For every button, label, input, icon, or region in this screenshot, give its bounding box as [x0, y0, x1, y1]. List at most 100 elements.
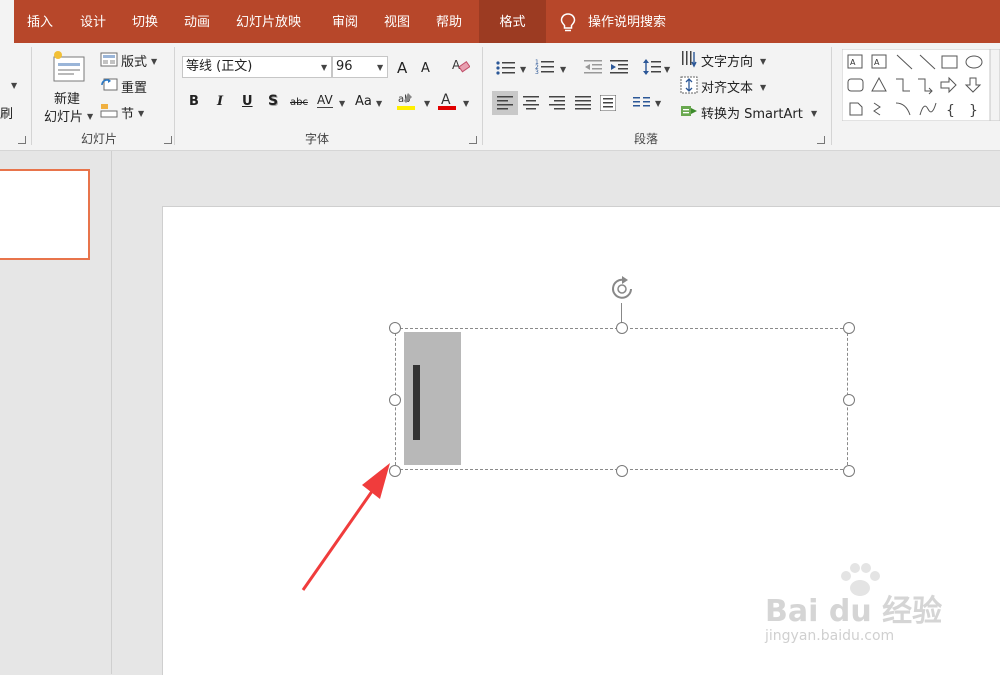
left-brace-shape-icon: { [946, 103, 955, 119]
tab-design[interactable]: 设计 [80, 0, 106, 43]
svg-text:3: 3 [535, 69, 539, 76]
font-color-icon[interactable]: A [437, 91, 457, 111]
tab-animations[interactable]: 动画 [184, 0, 210, 43]
align-text-icon [680, 76, 698, 94]
new-slide-dropdown[interactable]: 幻灯片 [44, 106, 83, 125]
ribbon: ▼ 刷 新建 幻灯片 ▼ 版式 ▼ 重置 节 ▼ 幻灯片 等线 (正文) ▼ 9… [0, 43, 1000, 151]
font-name-dropdown[interactable]: 等线 (正文) [182, 56, 332, 78]
svg-text:A: A [850, 58, 856, 67]
svg-text:A: A [874, 58, 880, 67]
text-shadow-button[interactable]: S [268, 93, 278, 109]
columns-icon[interactable] [633, 96, 651, 110]
shrink-font-button[interactable]: A [421, 61, 430, 76]
tab-help[interactable]: 帮助 [436, 0, 462, 43]
convert-smartart-button[interactable]: 转换为 SmartArt [701, 103, 803, 122]
chevron-down-icon[interactable]: ▼ [11, 81, 17, 90]
svg-text:A: A [452, 58, 461, 72]
chevron-down-icon[interactable]: ▼ [151, 57, 157, 66]
chevron-down-icon[interactable]: ▼ [655, 99, 661, 108]
tab-review[interactable]: 审阅 [332, 0, 358, 43]
annotation-arrow-icon [301, 463, 390, 591]
tab-format[interactable]: 格式 [479, 0, 546, 43]
text-cursor [413, 365, 420, 440]
chevron-down-icon[interactable]: ▼ [560, 65, 566, 74]
ribbon-tabs: 插入 设计 切换 动画 幻灯片放映 审阅 视图 帮助 格式 操作说明搜索 [0, 0, 1000, 43]
line-spacing-icon[interactable] [643, 58, 661, 76]
reset-icon [101, 78, 118, 91]
section-button[interactable]: 节 [121, 103, 134, 122]
font-group-label: 字体 [305, 132, 330, 146]
new-slide-button[interactable]: 新建 [54, 88, 80, 107]
align-right-icon[interactable] [549, 96, 565, 110]
dialog-launcher-icon[interactable] [164, 136, 172, 144]
tab-insert[interactable]: 插入 [27, 0, 53, 43]
text-direction-button[interactable]: 文字方向 [701, 51, 753, 70]
layout-icon [100, 52, 118, 67]
new-slide-icon[interactable] [50, 49, 88, 83]
chevron-down-icon[interactable]: ▼ [664, 65, 670, 74]
align-text-button[interactable]: 对齐文本 [701, 77, 753, 96]
chevron-down-icon[interactable]: ▼ [321, 63, 327, 72]
chevron-down-icon[interactable]: ▼ [138, 109, 144, 118]
reset-button[interactable]: 重置 [121, 77, 147, 96]
bold-button[interactable]: B [189, 94, 199, 109]
chevron-down-icon[interactable]: ▼ [760, 83, 766, 92]
change-case-button[interactable]: Aa [355, 94, 372, 109]
slides-group-label: 幻灯片 [81, 132, 118, 146]
align-center-icon[interactable] [523, 96, 539, 110]
tab-view[interactable]: 视图 [384, 0, 410, 43]
tell-me-search[interactable]: 操作说明搜索 [588, 0, 666, 43]
resize-handle-right[interactable] [843, 394, 855, 406]
strikethrough-button[interactable]: abc [290, 97, 308, 108]
format-painter-label-partial[interactable]: 刷 [0, 103, 13, 122]
clear-formatting-icon[interactable]: A [452, 57, 470, 75]
underline-button[interactable]: U [242, 94, 253, 109]
resize-handle-top-right[interactable] [843, 322, 855, 334]
resize-handle-left[interactable] [389, 394, 401, 406]
text-direction-icon [682, 51, 697, 68]
dialog-launcher-icon[interactable] [469, 136, 477, 144]
resize-handle-bottom[interactable] [616, 465, 628, 477]
paragraph-group-label: 段落 [634, 132, 659, 146]
dialog-launcher-icon[interactable] [18, 136, 26, 144]
watermark-url: jingyan.baidu.com [765, 628, 895, 644]
chevron-down-icon[interactable]: ▼ [760, 57, 766, 66]
resize-handle-top-left[interactable] [389, 322, 401, 334]
tab-transitions[interactable]: 切换 [132, 0, 158, 43]
svg-text:A: A [441, 92, 451, 108]
resize-handle-top[interactable] [616, 322, 628, 334]
bullets-icon[interactable] [496, 60, 516, 76]
chevron-down-icon[interactable]: ▼ [376, 99, 382, 108]
tab-home-partial[interactable] [0, 0, 14, 43]
char-spacing-button[interactable]: AV [317, 93, 333, 108]
distributed-icon[interactable] [600, 95, 616, 111]
slide-thumbnail[interactable] [0, 169, 90, 260]
italic-button[interactable]: I [217, 94, 223, 109]
chevron-down-icon[interactable]: ▼ [339, 99, 345, 108]
resize-handle-bottom-right[interactable] [843, 465, 855, 477]
justify-icon[interactable] [575, 96, 591, 110]
font-name-value: 等线 (正文) [186, 59, 253, 74]
chevron-down-icon[interactable]: ▼ [87, 112, 93, 121]
layout-button[interactable]: 版式 [121, 51, 147, 70]
chevron-down-icon[interactable]: ▼ [463, 99, 469, 108]
lightbulb-icon [560, 13, 576, 32]
dialog-launcher-icon[interactable] [817, 136, 825, 144]
highlight-icon[interactable]: ab [396, 91, 416, 111]
decrease-indent-icon[interactable] [583, 59, 603, 75]
chevron-down-icon[interactable]: ▼ [811, 109, 817, 118]
smartart-icon [681, 106, 697, 116]
chevron-down-icon[interactable]: ▼ [520, 65, 526, 74]
text-box[interactable] [395, 328, 848, 470]
watermark-brand: Bai du 经验 [765, 594, 943, 629]
tab-slideshow[interactable]: 幻灯片放映 [236, 0, 301, 43]
rotate-handle-icon[interactable] [607, 274, 639, 306]
chevron-down-icon[interactable]: ▼ [424, 99, 430, 108]
increase-indent-icon[interactable] [609, 59, 629, 75]
chevron-down-icon[interactable]: ▼ [377, 63, 383, 72]
shapes-gallery[interactable]: A A { } [842, 49, 1000, 121]
align-left-icon[interactable] [497, 96, 513, 110]
font-size-value: 96 [336, 59, 353, 74]
grow-font-button[interactable]: A [397, 59, 407, 77]
numbering-icon[interactable]: 123 [535, 58, 555, 76]
